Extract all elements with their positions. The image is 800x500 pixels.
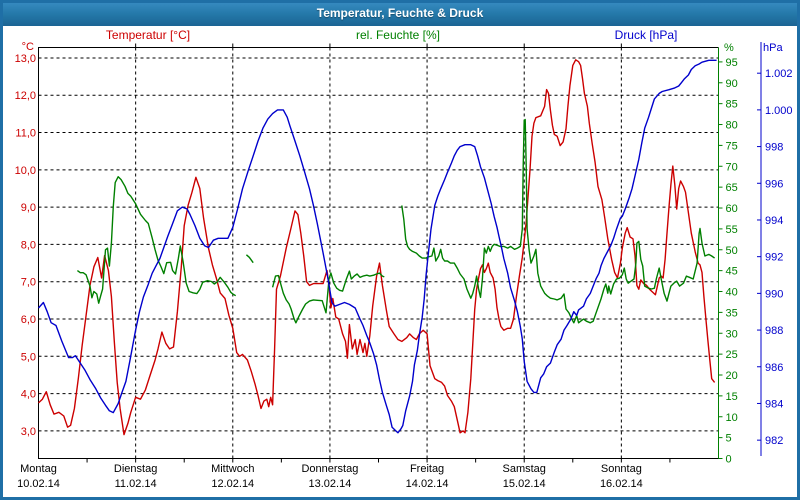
pressure-axis-tick-label: 990	[765, 288, 783, 300]
humidity-axis-tick-label: 45	[726, 266, 738, 278]
humidity-axis-tick-label: 55	[726, 224, 738, 236]
pressure-curve	[37, 59, 717, 434]
day-date-label: 12.02.14	[211, 478, 254, 490]
humidity-axis-tick-label: 95	[726, 57, 738, 69]
temp-axis-tick-label: 5,0	[21, 351, 36, 363]
humidity-axis-tick-label: 5	[726, 433, 732, 445]
humidity-axis-tick-label: 30	[726, 328, 738, 340]
humidity-axis-tick-label: 10	[726, 412, 738, 424]
temp-axis-tick-label: 12,0	[15, 90, 36, 102]
temp-axis-tick-label: 6,0	[21, 314, 36, 326]
pressure-axis-tick-label: 982	[765, 435, 783, 447]
app-window: Temperatur, Feuchte & Druck Temperatur […	[0, 0, 800, 500]
humidity-axis-unit-label: %	[724, 42, 734, 54]
temp-axis-tick-label: 4,0	[21, 389, 36, 401]
day-date-label: 14.02.14	[406, 478, 449, 490]
day-date-label: 15.02.14	[503, 478, 546, 490]
pressure-axis-tick-label: 1.000	[765, 105, 793, 117]
pressure-axis-tick-label: 994	[765, 215, 783, 227]
humidity-axis-tick-label: 20	[726, 370, 738, 382]
temp-axis-tick-label: 7,0	[21, 277, 36, 289]
humidity-axis-tick-label: 25	[726, 349, 738, 361]
day-name-label: Donnerstag	[301, 463, 358, 475]
temperature-curve	[38, 59, 716, 436]
temp-axis-tick-label: 9,0	[21, 202, 36, 214]
pressure-axis-tick-label: 998	[765, 142, 783, 154]
day-name-label: Dienstag	[114, 463, 157, 475]
legend-humidity-label: rel. Feuchte [%]	[355, 28, 441, 42]
pressure-axis-tick-label: 986	[765, 362, 783, 374]
temp-axis-tick-label: 11,0	[15, 128, 36, 140]
pressure-axis-tick-label: 984	[765, 398, 783, 410]
pressure-axis-tick-label: 988	[765, 325, 783, 337]
humidity-axis-tick-label: 15	[726, 391, 738, 403]
pressure-axis-tick-label: 996	[765, 178, 783, 190]
humidity-axis-tick-label: 70	[726, 161, 738, 173]
humidity-axis-tick-label: 50	[726, 245, 738, 257]
humidity-axis-tick-label: 35	[726, 307, 738, 319]
day-name-label: Sonntag	[601, 463, 642, 475]
day-date-label: 13.02.14	[309, 478, 352, 490]
humidity-axis-tick-label: 65	[726, 182, 738, 194]
temp-axis-tick-label: 3,0	[21, 426, 36, 438]
humidity-curve	[76, 175, 237, 304]
legend-pressure-label: Druck [hPa]	[614, 28, 678, 42]
day-name-label: Freitag	[410, 463, 444, 475]
day-name-label: Mittwoch	[211, 463, 254, 475]
legend-temperature-label: Temperatur [°C]	[105, 28, 191, 42]
pressure-axis-unit-label: hPa	[763, 42, 783, 54]
temp-axis-tick-label: 10,0	[15, 165, 36, 177]
plot-frame	[38, 47, 719, 459]
weather-chart-canvas: 3,0 4,0 5,0 6,0 7,0 8,0 9,0 10,0 11,0 12,0 13,0 0 5 1…	[15, 42, 793, 490]
humidity-axis-tick-label: 40	[726, 287, 738, 299]
humidity-axis-tick-label: 90	[726, 78, 738, 90]
humidity-axis-tick-label: 75	[726, 140, 738, 152]
day-date-label: 11.02.14	[115, 478, 157, 490]
humidity-curve	[245, 254, 254, 264]
pressure-axis-tick-label: 1.002	[765, 68, 793, 80]
temp-axis-tick-label: 13,0	[15, 53, 36, 65]
day-name-label: Montag	[20, 463, 57, 475]
window-title: Temperatur, Feuchte & Druck	[316, 6, 484, 20]
humidity-axis-tick-label: 85	[726, 99, 738, 111]
day-date-label: 16.02.14	[600, 478, 643, 490]
day-date-label: 10.02.14	[17, 478, 60, 490]
humidity-axis-tick-label: 0	[726, 454, 732, 466]
temp-axis-unit-label: °C	[21, 41, 34, 53]
humidity-axis-tick-label: 60	[726, 203, 738, 215]
humidity-axis-tick-label: 80	[726, 120, 738, 132]
pressure-axis-tick-label: 992	[765, 252, 783, 264]
day-name-label: Samstag	[503, 463, 546, 475]
window-title-bar[interactable]: Temperatur, Feuchte & Druck	[0, 0, 800, 26]
temp-axis-tick-label: 8,0	[21, 239, 36, 251]
